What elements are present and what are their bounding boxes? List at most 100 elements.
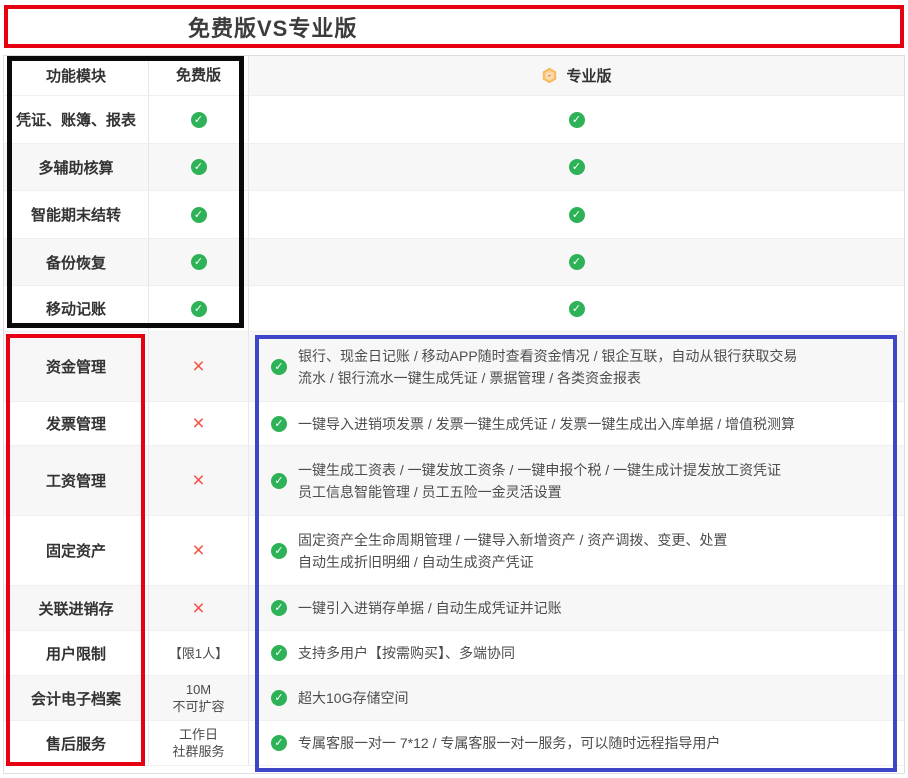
header-pro-column: 专业版 bbox=[249, 56, 904, 95]
pro-plan-cell: ✓ bbox=[249, 144, 904, 190]
pro-feature-line: 员工信息智能管理 / 员工五险一金灵活设置 bbox=[298, 481, 781, 503]
free-plan-cell: 10M不可扩容 bbox=[149, 676, 249, 720]
pro-feature-text: 银行、现金日记账 / 移动APP随时查看资金情况 / 银企互联，自动从银行获取交… bbox=[298, 345, 797, 389]
pro-feature-line: 一键引入进销存单据 / 自动生成凭证并记账 bbox=[298, 597, 562, 619]
pro-plan-cell: ✓ bbox=[249, 96, 904, 143]
pro-feature-line: 一键导入进销项发票 / 发票一键生成凭证 / 发票一键生成出入库单据 / 增值税… bbox=[298, 413, 795, 435]
module-name: 凭证、账簿、报表 bbox=[4, 96, 149, 143]
table-row: 售后服务 工作日社群服务 ✓ 专属客服一对一 7*12 / 专属客服一对一服务，可以随… bbox=[4, 721, 904, 766]
free-plan-value: 社群服务 bbox=[172, 743, 224, 760]
pro-feature-text: 支持多用户【按需购买】、多端协同 bbox=[298, 642, 515, 664]
module-name: 资金管理 bbox=[4, 332, 149, 401]
free-plan-cell: × bbox=[149, 402, 249, 445]
check-icon: ✓ bbox=[271, 416, 287, 432]
pro-plan-cell: ✓ 一键生成工资表 / 一键发放工资条 / 一键申报个税 / 一键生成计提发放工资… bbox=[249, 446, 904, 515]
table-row: 关联进销存 × ✓ 一键引入进销存单据 / 自动生成凭证并记账 bbox=[4, 586, 904, 631]
free-plan-cell: 【限1人】 bbox=[149, 631, 249, 675]
check-icon: ✓ bbox=[271, 645, 287, 661]
check-icon: ✓ bbox=[569, 159, 585, 175]
free-plan-cell: ✓ bbox=[149, 286, 249, 331]
cross-icon: × bbox=[192, 540, 204, 561]
header-module-label: 功能模块 bbox=[46, 65, 106, 86]
header-module-column: 功能模块 bbox=[4, 56, 149, 95]
free-plan-cell: ✓ bbox=[149, 144, 249, 190]
module-name: 移动记账 bbox=[4, 286, 149, 331]
free-plan-cell: × bbox=[149, 586, 249, 630]
table-row: 智能期末结转 ✓ ✓ bbox=[4, 191, 904, 239]
cross-icon: × bbox=[192, 413, 204, 434]
free-plan-value: 【限1人】 bbox=[169, 645, 228, 662]
pro-feature-text: 一键引入进销存单据 / 自动生成凭证并记账 bbox=[298, 597, 562, 619]
header-pro-label: 专业版 bbox=[566, 65, 611, 86]
pro-feature-line: 一键生成工资表 / 一键发放工资条 / 一键申报个税 / 一键生成计提发放工资凭… bbox=[298, 459, 781, 481]
table-row: 备份恢复 ✓ ✓ bbox=[4, 239, 904, 286]
pro-feature-line: 银行、现金日记账 / 移动APP随时查看资金情况 / 银企互联，自动从银行获取交… bbox=[298, 345, 797, 367]
table-row: 固定资产 × ✓固定资产全生命周期管理 / 一键导入新增资产 / 资产调拨、变更、处… bbox=[4, 516, 904, 586]
pro-feature-text: 超大10G存储空间 bbox=[298, 687, 408, 709]
pro-feature-line: 自动生成折旧明细 / 自动生成资产凭证 bbox=[298, 551, 727, 573]
cross-icon: × bbox=[192, 470, 204, 491]
check-icon: ✓ bbox=[271, 600, 287, 616]
pro-feature-line: 支持多用户【按需购买】、多端协同 bbox=[298, 642, 515, 664]
module-name: 发票管理 bbox=[4, 402, 149, 445]
check-icon: ✓ bbox=[569, 254, 585, 270]
free-plan-cell: × bbox=[149, 446, 249, 515]
pro-plan-cell: ✓ 专属客服一对一 7*12 / 专属客服一对一服务，可以随时远程指导用户 bbox=[249, 721, 904, 765]
check-icon: ✓ bbox=[271, 735, 287, 751]
table-row: 移动记账✓✓ bbox=[4, 286, 904, 332]
pro-plan-cell: ✓固定资产全生命周期管理 / 一键导入新增资产 / 资产调拨、变更、处置自动生成… bbox=[249, 516, 904, 585]
table-row: 凭证、账簿、报表 ✓ ✓ bbox=[4, 96, 904, 144]
cross-icon: × bbox=[192, 356, 204, 377]
table-body: 凭证、账簿、报表✓✓多辅助核算✓✓智能期末结转✓✓备份恢复✓✓移动记账✓✓资金管… bbox=[4, 96, 904, 766]
pro-plan-cell: ✓ bbox=[249, 191, 904, 238]
title-banner: 免费版VS专业版 bbox=[4, 5, 904, 48]
pro-feature-line: 流水 / 银行流水一键生成凭证 / 票据管理 / 各类资金报表 bbox=[298, 367, 797, 389]
table-row: 资金管理 × ✓ 银行、现金日记账 / 移动APP随时查看资金情况 / 银企互联，自动… bbox=[4, 332, 904, 402]
check-icon: ✓ bbox=[271, 473, 287, 489]
free-plan-value: 工作日 bbox=[179, 726, 218, 743]
check-icon: ✓ bbox=[569, 301, 585, 317]
pro-plan-cell: ✓ bbox=[249, 286, 904, 331]
pro-feature-text: 固定资产全生命周期管理 / 一键导入新增资产 / 资产调拨、变更、处置自动生成折… bbox=[298, 529, 727, 573]
free-plan-value: 10M bbox=[186, 681, 211, 698]
module-name: 会计电子档案 bbox=[4, 676, 149, 720]
check-icon: ✓ bbox=[191, 254, 207, 270]
cross-icon: × bbox=[192, 598, 204, 619]
header-free-label: 免费版 bbox=[176, 67, 221, 84]
check-icon: ✓ bbox=[569, 207, 585, 223]
free-plan-cell: ✓ bbox=[149, 191, 249, 238]
version-comparison-page: 免费版VS专业版 功能模块 免费版 专业版 bbox=[0, 0, 908, 778]
pro-badge-icon bbox=[541, 67, 558, 84]
pro-plan-cell: ✓ 一键导入进销项发票 / 发票一键生成凭证 / 发票一键生成出入库单据 / 增值… bbox=[249, 402, 904, 445]
table-row: 多辅助核算✓✓ bbox=[4, 144, 904, 191]
check-icon: ✓ bbox=[569, 112, 585, 128]
header-row: 功能模块 免费版 专业版 bbox=[4, 56, 904, 96]
module-name: 售后服务 bbox=[4, 721, 149, 765]
table-row: 会计电子档案10M不可扩容✓超大10G存储空间 bbox=[4, 676, 904, 721]
check-icon: ✓ bbox=[271, 359, 287, 375]
module-name: 智能期末结转 bbox=[4, 191, 149, 238]
check-icon: ✓ bbox=[191, 112, 207, 128]
pro-plan-cell: ✓ 银行、现金日记账 / 移动APP随时查看资金情况 / 银企互联，自动从银行获取… bbox=[249, 332, 904, 401]
module-name: 备份恢复 bbox=[4, 239, 149, 285]
free-plan-value: 不可扩容 bbox=[172, 698, 224, 715]
free-plan-cell: × bbox=[149, 332, 249, 401]
comparison-table: 功能模块 免费版 专业版 凭证、账簿、报表✓✓多辅助核算✓✓智能期末结转✓✓备份… bbox=[3, 55, 905, 774]
pro-plan-cell: ✓ 一键引入进销存单据 / 自动生成凭证并记账 bbox=[249, 586, 904, 630]
free-plan-cell: ✓ bbox=[149, 96, 249, 143]
module-name: 用户限制 bbox=[4, 631, 149, 675]
header-free-column: 免费版 bbox=[149, 56, 249, 95]
pro-plan-cell: ✓ 支持多用户【按需购买】、多端协同 bbox=[249, 631, 904, 675]
pro-feature-text: 专属客服一对一 7*12 / 专属客服一对一服务，可以随时远程指导用户 bbox=[298, 732, 720, 754]
pro-feature-text: 一键生成工资表 / 一键发放工资条 / 一键申报个税 / 一键生成计提发放工资凭… bbox=[298, 459, 781, 503]
table-row: 发票管理 × ✓ 一键导入进销项发票 / 发票一键生成凭证 / 发票一键生成出入库单据… bbox=[4, 402, 904, 446]
pro-feature-line: 专属客服一对一 7*12 / 专属客服一对一服务，可以随时远程指导用户 bbox=[298, 732, 720, 754]
module-name: 多辅助核算 bbox=[4, 144, 149, 190]
check-icon: ✓ bbox=[191, 207, 207, 223]
module-name: 关联进销存 bbox=[4, 586, 149, 630]
free-plan-cell: ✓ bbox=[149, 239, 249, 285]
check-icon: ✓ bbox=[271, 690, 287, 706]
module-name: 固定资产 bbox=[4, 516, 149, 585]
table-row: 用户限制 【限1人】 ✓ 支持多用户【按需购买】、多端协同 bbox=[4, 631, 904, 676]
pro-feature-text: 一键导入进销项发票 / 发票一键生成凭证 / 发票一键生成出入库单据 / 增值税… bbox=[298, 413, 795, 435]
